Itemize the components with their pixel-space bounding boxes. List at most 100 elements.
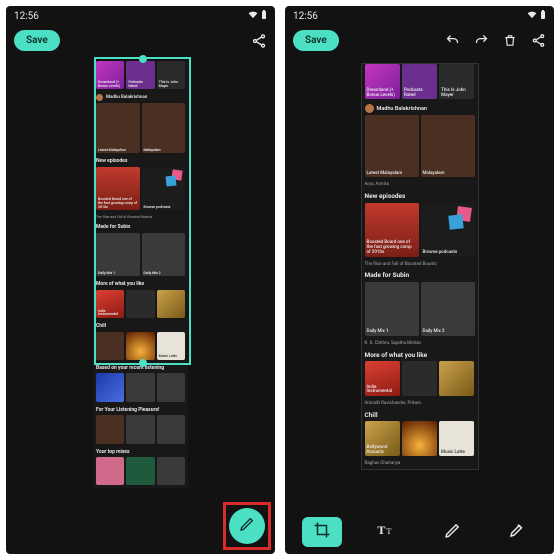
edit-toolbar: TT <box>285 510 554 554</box>
album-tile <box>96 457 124 485</box>
user-name: Madhu Balakrishnan <box>377 106 428 112</box>
screenshot-strip[interactable]: Dreamland (+ Bonus Levels) Podcasts Rate… <box>361 63 479 470</box>
album-tile <box>157 373 185 401</box>
tile-row: Dreamland (+ Bonus Levels) Podcasts Rate… <box>93 61 188 92</box>
section-heading: More of what you like <box>93 279 188 290</box>
tile-row: Boosted Board one of the fast growing co… <box>362 203 478 260</box>
album-tile: Daily Mix 1 <box>365 282 419 336</box>
section-heading: Chill <box>362 409 478 421</box>
share-icon[interactable] <box>251 33 267 49</box>
tile-row: Latest Malayalam Malayalam <box>362 115 478 180</box>
section-heading: Chill <box>93 321 188 332</box>
caption: Raghav Chaitanya <box>362 459 478 469</box>
phone-right: 12:56 Save Dreamland (+ Bonus Levels) Po… <box>285 6 554 554</box>
caption: The Rise and Fall of Boosted Boards <box>362 260 478 270</box>
album-tile <box>439 361 474 396</box>
section-heading: For Your Listening Pleasure! <box>93 405 188 416</box>
tile-row: Daily Mix 1 Daily Mix 2 <box>362 282 478 339</box>
album-tile: Dreamland (+ Bonus Levels) <box>96 61 124 89</box>
album-tile <box>157 415 185 443</box>
album-tile <box>126 373 154 401</box>
highlighter-tool[interactable] <box>497 517 537 547</box>
album-tile <box>96 415 124 443</box>
album-tile: Daily Mix 2 <box>421 282 475 336</box>
tile-row: Indie Instrumental <box>93 290 188 321</box>
section-heading: Made for Subin <box>93 222 188 233</box>
status-time: 12:56 <box>293 11 318 22</box>
album-tile: Boosted Board one of the fast growing co… <box>96 167 140 211</box>
album-tile: Dreamland (+ Bonus Levels) <box>365 64 400 99</box>
tile-row: Indie Instrumental <box>362 361 478 399</box>
caption: Arya, Amrita <box>362 180 478 190</box>
tile-row: Boosted Board one of the fast growing co… <box>93 167 188 214</box>
screenshot-canvas: Dreamland (+ Bonus Levels) Podcasts Rate… <box>6 53 275 554</box>
album-tile <box>96 332 124 360</box>
album-tile: Music Latte <box>157 332 185 360</box>
album-tile: Malayalam <box>421 115 475 177</box>
delete-icon[interactable] <box>503 33 517 48</box>
pencil-icon <box>239 516 255 536</box>
save-button[interactable]: Save <box>293 30 339 51</box>
user-name: Madhu Balakrishnan <box>106 95 147 100</box>
caption: Anirudh Ravichander, Pritam <box>362 399 478 409</box>
album-tile <box>96 373 124 401</box>
user-row: Madhu Balakrishnan <box>362 102 478 115</box>
tile-row: Dreamland (+ Bonus Levels) Podcasts Rate… <box>362 64 478 102</box>
section-heading: More of what you like <box>362 349 478 361</box>
album-tile: Podcasts Rated <box>402 64 437 99</box>
album-tile <box>126 332 154 360</box>
section-heading: New episodes <box>93 156 188 167</box>
album-tile: Boosted Board one of the fast growing co… <box>365 203 419 257</box>
screenshot-canvas: Dreamland (+ Bonus Levels) Podcasts Rate… <box>285 53 554 510</box>
user-row: Madhu Balakrishnan <box>93 92 188 103</box>
status-bar: 12:56 <box>6 6 275 26</box>
album-tile: This Is John Mayer <box>157 61 185 89</box>
album-tile: Music Latte <box>439 421 474 456</box>
top-row: Save <box>6 26 275 53</box>
album-tile <box>157 457 185 485</box>
wifi-icon <box>527 11 537 22</box>
status-right <box>527 10 546 23</box>
caption: K. S. Chithra, Sujatha Mohan <box>362 339 478 349</box>
status-time: 12:56 <box>14 11 39 22</box>
album-tile: Malayalam <box>142 103 186 153</box>
section-heading: Made for Subin <box>362 269 478 281</box>
album-tile: Latest Malayalam <box>365 115 419 177</box>
album-tile: Indie Instrumental <box>96 290 124 318</box>
album-tile: Daily Mix 2 <box>142 233 186 277</box>
pen-tool[interactable] <box>432 517 472 547</box>
text-tool[interactable]: TT <box>367 517 407 547</box>
phone-left: 12:56 Save Dreamland (+ Bonus Levels) Po… <box>6 6 275 554</box>
album-tile: This Is John Mayer <box>439 64 474 99</box>
highlighter-icon <box>508 521 526 543</box>
wifi-icon <box>248 11 258 22</box>
save-button[interactable]: Save <box>14 30 60 51</box>
share-icon[interactable] <box>531 33 546 48</box>
avatar <box>96 94 103 101</box>
pen-icon <box>444 522 461 543</box>
section-heading: Your top mixes <box>93 447 188 458</box>
top-row: Save <box>285 26 554 53</box>
undo-icon[interactable] <box>445 33 460 48</box>
text-icon: TT <box>377 522 397 542</box>
screenshot-strip[interactable]: Dreamland (+ Bonus Levels) Podcasts Rate… <box>93 61 188 488</box>
redo-icon[interactable] <box>474 33 489 48</box>
svg-text:T: T <box>386 526 392 536</box>
svg-text:T: T <box>377 523 385 537</box>
album-tile: Indie Instrumental <box>365 361 400 396</box>
album-tile <box>126 415 154 443</box>
album-tile: Latest Malayalam <box>96 103 140 153</box>
tile-row: Music Latte <box>93 332 188 363</box>
crop-tool[interactable] <box>302 517 342 547</box>
tile-row: Daily Mix 1 Daily Mix 2 <box>93 233 188 280</box>
edit-fab[interactable] <box>229 508 265 544</box>
battery-icon <box>261 10 267 23</box>
status-bar: 12:56 <box>285 6 554 26</box>
album-tile <box>402 361 437 396</box>
album-tile <box>402 421 437 456</box>
tile-row <box>93 373 188 404</box>
battery-icon <box>540 10 546 23</box>
caption: The Rise and Fall of Boosted Boards <box>93 213 188 222</box>
album-tile: Podcasts Rated <box>126 61 154 89</box>
status-right <box>248 10 267 23</box>
